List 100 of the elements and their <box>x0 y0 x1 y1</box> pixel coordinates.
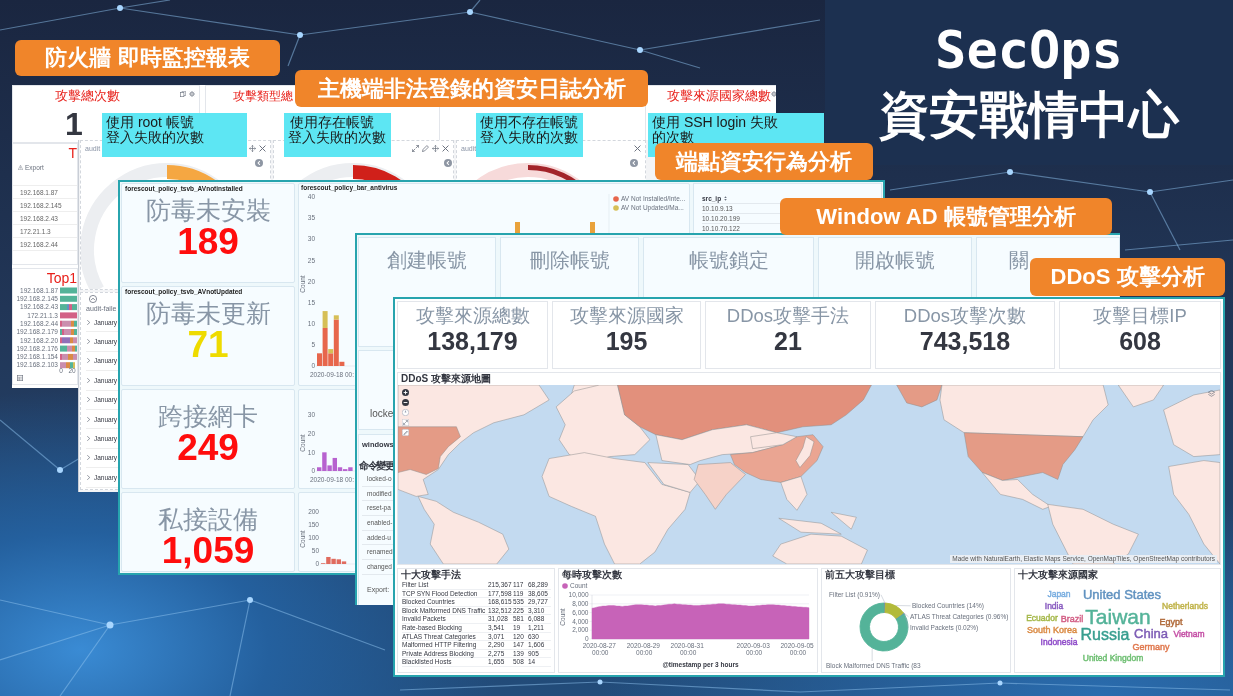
card-title: 帳號鎖定 <box>688 250 769 270</box>
brand-subtitle: 資安戰情中心 <box>879 90 1179 140</box>
callout-note: 使用 root 帳號登入失敗的次數 <box>102 113 247 157</box>
network-node-icon <box>467 9 473 15</box>
stacked-bar <box>60 362 75 369</box>
close-icon[interactable] <box>634 144 641 152</box>
copy-icon[interactable] <box>180 91 186 97</box>
cloud-word: South Korea <box>1027 625 1077 635</box>
chevron-left-icon[interactable] <box>255 159 263 167</box>
network-node-icon <box>1147 189 1153 195</box>
card-title: 攻擊目標IP <box>1093 306 1187 327</box>
section-label: 主機端非法登錄的資安日誌分析 <box>295 70 648 107</box>
card-title: T <box>68 145 77 160</box>
stat-value: 1,059 <box>161 532 255 569</box>
card-title: DDos攻擊手法 <box>726 306 850 327</box>
warning-icon <box>18 164 23 170</box>
panel-title: 每時攻擊次數 <box>561 569 623 581</box>
chevron-right-icon[interactable] <box>86 416 91 422</box>
pencil-icon[interactable] <box>422 144 429 152</box>
close-icon[interactable] <box>259 144 266 152</box>
cloud-word: Egypt <box>1159 617 1183 627</box>
stat-value: 608 <box>1119 329 1161 355</box>
stacked-bar <box>60 329 77 335</box>
bar <box>590 222 595 234</box>
section-label: Window AD 帳號管理分析 <box>780 198 1112 235</box>
pencil-icon[interactable] <box>402 429 409 436</box>
sort-icon <box>723 195 729 201</box>
stat-value: 249 <box>177 429 239 466</box>
network-node-icon <box>297 32 303 38</box>
chevron-left-icon[interactable] <box>630 159 638 167</box>
cloud-word: India <box>1044 601 1064 611</box>
cloud-word: United Kingdom <box>1082 653 1144 663</box>
panel-title: 前五大攻擊目標 <box>824 569 896 581</box>
close-icon[interactable] <box>442 144 449 152</box>
network-node-icon <box>247 597 253 603</box>
card-title: 防毒未更新 <box>145 301 271 326</box>
zoom-in-icon[interactable] <box>402 389 409 396</box>
panel-title: 十大攻擊手法 <box>400 569 462 581</box>
card-title: 攻擊總次數 <box>55 89 120 104</box>
network-node-icon <box>57 467 63 473</box>
chevron-right-icon[interactable] <box>86 319 91 325</box>
network-node-icon <box>597 679 603 685</box>
stat-value: 195 <box>605 329 648 355</box>
cloud-word: Germany <box>1132 642 1170 652</box>
card-title: 攻擊來源總數 <box>415 306 530 327</box>
move-icon[interactable] <box>432 144 439 152</box>
column-header: 命令變更 <box>359 460 393 471</box>
chevron-up-icon[interactable] <box>89 295 97 303</box>
cloud-word: Ecuador <box>1026 613 1058 623</box>
card-title: 攻擊來源國家 <box>569 306 684 327</box>
bar <box>515 222 520 234</box>
move-icon[interactable] <box>249 144 256 152</box>
cloud-word: Japan <box>1047 589 1071 599</box>
panel-title: DDoS 攻擊來源地圖 <box>400 373 492 385</box>
callout-note: 使用存在帳號登入失敗的次數 <box>284 113 391 157</box>
section-label: 防火牆 即時監控報表 <box>15 40 280 76</box>
leader-line <box>880 594 885 603</box>
zoom-out-icon[interactable] <box>402 399 409 406</box>
chevron-right-icon[interactable] <box>86 339 91 345</box>
fullscreen-icon[interactable] <box>402 419 409 426</box>
network-node-icon <box>997 680 1003 686</box>
chevron-right-icon[interactable] <box>86 474 91 480</box>
panel-title: 十大攻擊來源國家 <box>1017 569 1099 581</box>
table-icon[interactable] <box>17 375 23 381</box>
stat-value: 138,179 <box>427 329 518 355</box>
chevron-left-icon[interactable] <box>444 159 452 167</box>
callout-note: 使用不存在帳號登入失敗的次數 <box>476 113 583 157</box>
cloud-word: United States <box>1083 586 1161 602</box>
network-node-icon <box>1007 169 1013 175</box>
expand-icon[interactable] <box>412 144 419 152</box>
cloud-word: Vietnam <box>1173 629 1205 639</box>
card-title: Top1 <box>46 270 77 285</box>
section-label: DDoS 攻擊分析 <box>1030 258 1225 296</box>
network-node-icon <box>106 621 114 629</box>
stat-value: 71 <box>187 326 229 363</box>
card-title: 關 <box>1009 250 1029 270</box>
card-title: 私接設備 <box>158 507 258 532</box>
compass-icon[interactable] <box>402 409 409 416</box>
card-title: 攻擊類型總 <box>233 89 293 104</box>
stat-value: 189 <box>177 223 239 260</box>
card-title: DDos攻擊次數 <box>903 306 1027 327</box>
chevron-right-icon[interactable] <box>86 377 91 383</box>
network-node-icon <box>117 5 123 11</box>
card-title: 開啟帳號 <box>855 250 935 270</box>
gear-icon[interactable] <box>771 91 776 97</box>
layers-icon[interactable] <box>1208 390 1215 397</box>
stat-value: 21 <box>774 329 802 355</box>
gear-icon[interactable] <box>189 91 195 97</box>
cloud-word: Netherlands <box>1162 601 1208 611</box>
stat-value: 743,518 <box>919 329 1011 355</box>
chevron-right-icon[interactable] <box>86 397 91 403</box>
chevron-right-icon[interactable] <box>86 455 91 461</box>
card-title: 防毒未安裝 <box>145 198 271 223</box>
chevron-right-icon[interactable] <box>86 436 91 442</box>
chevron-right-icon[interactable] <box>86 358 91 364</box>
section-label: 端點資安行為分析 <box>655 143 873 180</box>
network-node-icon <box>637 47 643 53</box>
card-title: 攻擊來源國家總數 <box>667 89 771 104</box>
leader-line <box>895 605 911 606</box>
card-title: 創建帳號 <box>387 250 467 270</box>
